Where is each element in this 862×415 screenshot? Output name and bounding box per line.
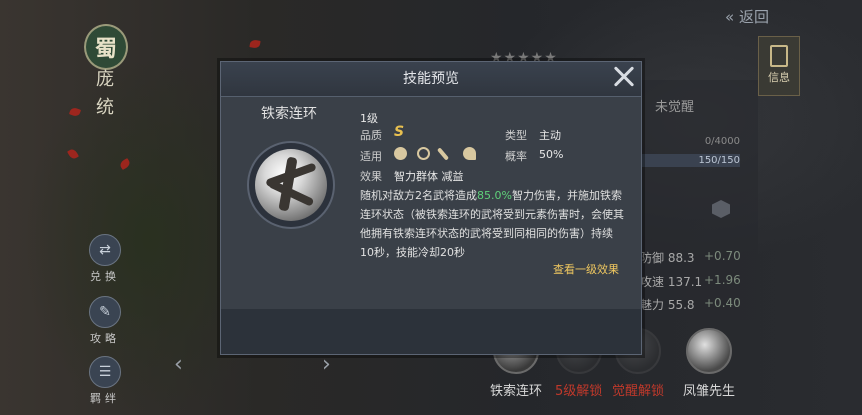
- back-button[interactable]: « 返回: [725, 6, 769, 27]
- exchange-icon: ⇄: [89, 234, 121, 266]
- bond-button[interactable]: ☰ 羁绊: [88, 356, 122, 406]
- spear-unit-icon: [436, 147, 450, 161]
- damage-percent: 85.0%: [477, 189, 512, 202]
- skill-slot-label: 铁索连环: [490, 384, 543, 399]
- close-icon[interactable]: [609, 62, 639, 92]
- type-label: 类型: [505, 129, 527, 142]
- guide-label: 攻略: [90, 332, 120, 345]
- exchange-label: 兑换: [90, 270, 120, 283]
- cavalry-unit-icon: [463, 147, 476, 160]
- info-tab[interactable]: 信息: [758, 36, 800, 96]
- stat-label: 攻速 137.1: [640, 275, 703, 289]
- description-text: 随机对敌方2名武将造成: [360, 189, 477, 202]
- skill-orb-icon: [686, 328, 732, 374]
- quality-value: S: [394, 124, 405, 140]
- skill-description: 随机对敌方2名武将造成85.0%智力伤害，并施加铁索连环状态（被铁索连环的武将受…: [360, 186, 626, 262]
- kingdom-badge: 蜀: [84, 24, 128, 70]
- skill-slot-label: 觉醒解锁: [612, 384, 665, 399]
- bow-unit-icon: [417, 147, 430, 160]
- stat-defense: 防御 88.3 +0.70: [640, 249, 741, 266]
- exchange-button[interactable]: ⇄ 兑换: [88, 234, 122, 284]
- unawakened-label: 未觉醒: [655, 100, 695, 115]
- skill-slot-label: 凤雏先生: [683, 384, 736, 399]
- back-label: 返回: [738, 8, 769, 26]
- chain-skill-icon: [255, 149, 327, 221]
- next-arrow-icon[interactable]: ›: [322, 352, 331, 377]
- stat-bonus: +0.70: [704, 249, 741, 263]
- kingdom-label: 蜀: [94, 37, 117, 62]
- shield-unit-icon: [394, 147, 407, 160]
- scroll-icon: [770, 45, 788, 67]
- dialog-footer: [221, 309, 641, 354]
- chance-label: 概率: [505, 150, 527, 163]
- stat-bonus: +0.40: [704, 296, 741, 310]
- stat-label: 防御 88.3: [640, 251, 695, 265]
- prev-arrow-icon[interactable]: ‹: [174, 352, 183, 377]
- type-value: 主动: [539, 129, 561, 142]
- view-level-effect-link[interactable]: 查看一级效果: [553, 261, 619, 277]
- stat-speed: 攻速 137.1 +1.96: [640, 273, 741, 290]
- stat-charm: 魅力 55.8 +0.40: [640, 296, 741, 313]
- stat-label: 魅力 55.8: [640, 298, 695, 312]
- info-tab-label: 信息: [768, 71, 790, 84]
- skill-name: 铁索连环: [261, 106, 317, 122]
- general-name: 庞统: [96, 69, 114, 118]
- dialog-body: 铁索连环 1级 品质 S 类型 主动 适用 概率 50% 效果 智力群体 减益 …: [221, 97, 641, 309]
- dialog-header: 技能预览: [221, 62, 641, 97]
- back-icon: «: [725, 8, 735, 26]
- skill-icon-frame: [247, 141, 335, 229]
- guide-icon: ✎: [89, 296, 121, 328]
- skill-preview-dialog: 技能预览 铁索连环 1级 品质 S 类型 主动 适用 概率 50% 效果 智力群…: [220, 61, 642, 355]
- chance-value: 50%: [539, 148, 564, 161]
- guide-button[interactable]: ✎ 攻略: [88, 296, 122, 346]
- skill-level: 1级: [360, 112, 378, 125]
- bond-icon: ☰: [89, 356, 121, 388]
- effect-value: 智力群体 减益: [394, 170, 464, 183]
- bond-label: 羁绊: [90, 392, 120, 405]
- stat-bonus: +1.96: [704, 273, 741, 287]
- effect-label: 效果: [360, 170, 382, 183]
- dialog-title: 技能预览: [403, 71, 459, 87]
- experience-progress: 0/4000: [704, 136, 740, 147]
- skill-slot-label: 5级解锁: [555, 384, 603, 399]
- apply-label: 适用: [360, 150, 382, 163]
- quality-label: 品质: [360, 129, 382, 142]
- skill-slot-4[interactable]: 凤雏先生: [683, 328, 735, 399]
- level-progress: 150/150: [640, 154, 740, 167]
